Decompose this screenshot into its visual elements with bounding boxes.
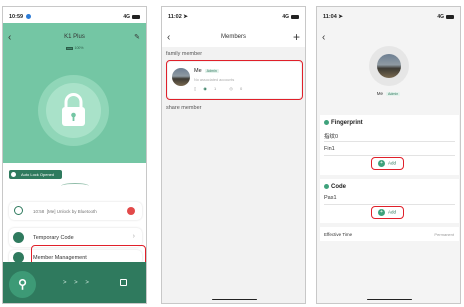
- member-detail-screen: 11:04 ➤ 4G ‹ Me Admin Fingerprint 指纹0 Fin…: [316, 6, 461, 304]
- fingerprint-icon: [324, 120, 329, 125]
- highlight-box: [371, 206, 404, 219]
- location-arrow-icon: ➤: [183, 14, 188, 20]
- padlock-icon: [62, 93, 85, 126]
- admin-badge: Admin: [386, 91, 401, 96]
- location-icon: [25, 14, 31, 20]
- effective-time-label: Effective Time: [324, 231, 353, 237]
- edit-icon[interactable]: ✎: [134, 33, 140, 41]
- fingerprint-title: Fingerprint: [331, 120, 363, 127]
- auto-lock-status: Auto Lock Opened: [9, 170, 62, 179]
- battery-level-icon: [65, 46, 73, 50]
- avatar[interactable]: [377, 54, 401, 78]
- family-section-label: family member: [166, 51, 203, 57]
- alert-dot: [127, 206, 135, 215]
- highlight-box: [166, 60, 303, 100]
- add-member-icon[interactable]: +: [293, 30, 300, 44]
- status-bar: 10:59 4G: [9, 14, 140, 22]
- auto-lock-icon: [11, 172, 16, 177]
- divider: [324, 204, 455, 205]
- lock-screen: 10:59 4G ‹ K1 Plus ✎ 100% Auto Lock Open…: [2, 6, 147, 304]
- log-text: [Me] Unlock by Bluetooth: [46, 208, 97, 214]
- unlock-button[interactable]: [46, 83, 101, 138]
- signal-label: 4G: [123, 14, 130, 20]
- key-button[interactable]: ⚲: [9, 271, 36, 298]
- status-time: 10:59: [9, 14, 24, 20]
- signal-label: 4G: [437, 14, 444, 20]
- divider: [324, 141, 455, 142]
- battery-icon: [291, 14, 299, 19]
- keypad-icon: [13, 232, 24, 243]
- home-indicator: [367, 298, 412, 300]
- divider: [324, 155, 455, 156]
- effective-time-row[interactable]: Effective Time Permanent: [320, 227, 459, 241]
- fingerprint-item[interactable]: 指纹0: [324, 132, 338, 140]
- back-icon[interactable]: ‹: [322, 32, 325, 43]
- log-time: 10:58: [33, 208, 45, 214]
- location-arrow-icon: ➤: [338, 14, 343, 20]
- lock-battery: 100%: [3, 46, 146, 50]
- status-time: 11:02: [168, 14, 182, 20]
- share-section-label: share member: [166, 105, 202, 111]
- page-title: K1 Plus: [64, 34, 85, 40]
- status-bar: 11:04 ➤ 4G: [323, 14, 454, 22]
- code-item[interactable]: Pas1: [324, 195, 337, 201]
- chevron-right-icon: ›: [132, 233, 135, 240]
- code-icon: [324, 184, 329, 189]
- members-screen: 11:02 ➤ 4G ‹ Members + family member Me A…: [161, 6, 306, 304]
- member-name: Me: [376, 91, 384, 96]
- code-title: Code: [331, 184, 346, 191]
- battery-icon: [132, 14, 140, 19]
- battery-percent: 100%: [74, 46, 84, 50]
- recent-log-card[interactable]: 10:58 [Me] Unlock by Bluetooth: [9, 202, 142, 220]
- effective-time-value: Permanent: [434, 232, 454, 237]
- avatar-ring: [369, 46, 409, 86]
- highlight-box: [371, 157, 404, 170]
- auto-lock-label: Auto Lock Opened: [21, 172, 55, 177]
- home-indicator: [212, 298, 257, 300]
- signal-label: 4G: [282, 14, 289, 20]
- page-title: Members: [220, 34, 246, 40]
- menu-label-temporary-code: Temporary Code: [33, 235, 74, 241]
- fingerprint-item[interactable]: Fin1: [324, 146, 335, 152]
- status-time: 11:04: [323, 14, 337, 20]
- expand-handle[interactable]: [61, 183, 89, 189]
- battery-icon: [446, 14, 454, 19]
- bell-icon: [14, 205, 23, 215]
- nav-bar: [162, 7, 305, 47]
- status-bar: 11:02 ➤ 4G: [168, 14, 299, 22]
- slide-hint: > > >: [63, 280, 92, 286]
- unlock-icon[interactable]: [120, 279, 127, 286]
